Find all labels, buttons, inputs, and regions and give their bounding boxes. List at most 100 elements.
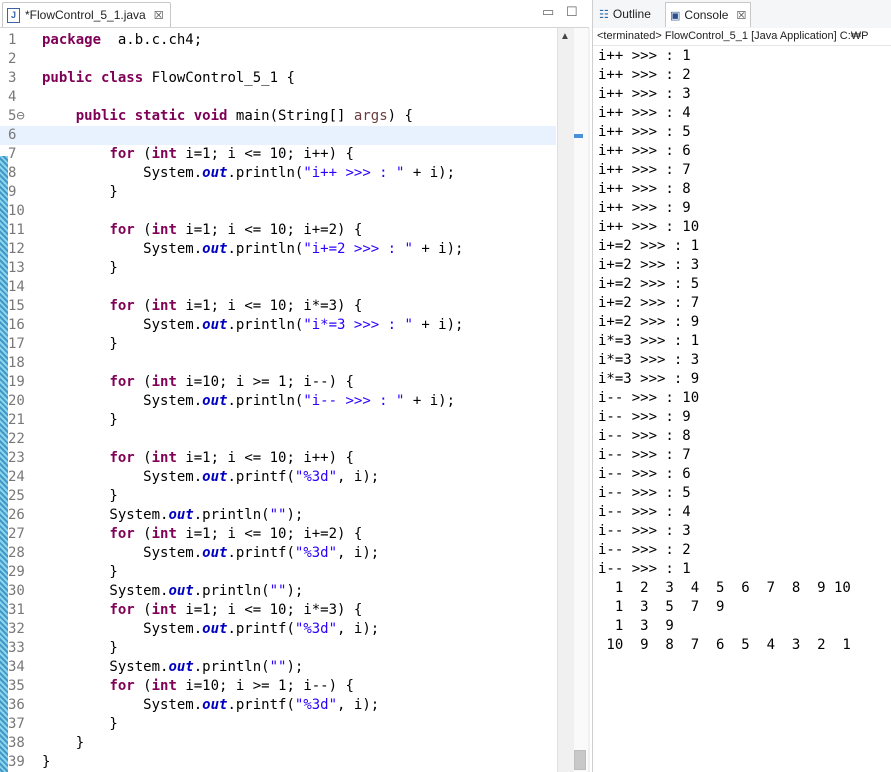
code-token: "%3d" [294, 469, 338, 485]
editor-pane: J *FlowControl_5_1.java ☒ ▭ ☐ 1 package a… [0, 0, 590, 772]
code-line[interactable]: 17 } [0, 335, 556, 354]
code-line[interactable]: 37 } [0, 715, 556, 734]
code-line[interactable]: 27 for (int i=1; i <= 10; i+=2) { [0, 525, 556, 544]
line-number: 12 [8, 241, 25, 257]
code-line[interactable]: 14 [0, 278, 556, 297]
code-token: for [109, 678, 135, 694]
code-token: int [151, 602, 177, 618]
code-line[interactable]: 38 } [0, 734, 556, 753]
code-line[interactable]: 36 System.out.printf("%3d", i); [0, 696, 556, 715]
code-line[interactable]: 2 [0, 50, 556, 69]
code-token: System. [42, 507, 169, 523]
code-line[interactable]: 5⊖ public static void main(String[] args… [0, 107, 556, 126]
code-line[interactable]: 22 [0, 430, 556, 449]
code-line[interactable]: 23 for (int i=1; i <= 10; i++) { [0, 449, 556, 468]
line-number: 29 [8, 564, 25, 580]
close-tab-icon[interactable]: ☒ [154, 9, 164, 22]
code-line[interactable]: 31 for (int i=1; i <= 10; i*=3) { [0, 601, 556, 620]
code-token: .println( [193, 659, 270, 675]
code-token: i=1; i <= 10; i*=3) { [176, 602, 363, 618]
close-console-icon[interactable]: ☒ [736, 9, 746, 22]
code-line[interactable]: 15 for (int i=1; i <= 10; i*=3) { [0, 297, 556, 316]
code-text: System.out.println("i-- >>> : " + i); [42, 392, 455, 411]
line-number: 31 [8, 602, 25, 618]
scroll-thumb[interactable] [574, 750, 586, 770]
editor-file-tab[interactable]: J *FlowControl_5_1.java ☒ [2, 2, 171, 27]
code-line[interactable]: 11 for (int i=1; i <= 10; i+=2) { [0, 221, 556, 240]
code-text: } [42, 639, 117, 658]
outline-icon: ☷ [599, 8, 609, 21]
console-output-line: 10 9 8 7 6 5 4 3 2 1 [598, 637, 851, 653]
console-output-line: i-- >>> : 9 [598, 409, 691, 425]
code-line[interactable]: 20 System.out.println("i-- >>> : " + i); [0, 392, 556, 411]
code-line[interactable]: 24 System.out.printf("%3d", i); [0, 468, 556, 487]
overview-ruler[interactable] [574, 28, 588, 772]
console-tab-label: Console [684, 8, 729, 22]
code-line[interactable]: 26 System.out.println(""); [0, 506, 556, 525]
editor-vertical-scrollbar[interactable]: ▲ [557, 28, 590, 772]
code-token: out [202, 241, 228, 257]
line-number: 36 [8, 697, 25, 713]
code-line[interactable]: 33 } [0, 639, 556, 658]
code-text: for (int i=1; i <= 10; i*=3) { [42, 601, 362, 620]
code-line[interactable]: 13 } [0, 259, 556, 278]
code-text: for (int i=1; i <= 10; i+=2) { [42, 221, 362, 240]
code-token: } [42, 564, 118, 580]
code-line[interactable]: 6 [0, 126, 556, 145]
code-text: for (int i=1; i <= 10; i+=2) { [42, 525, 362, 544]
code-token: void [185, 108, 228, 124]
code-line[interactable]: 4 [0, 88, 556, 107]
ruler-marker[interactable] [574, 134, 583, 138]
code-token: + i); [404, 165, 456, 181]
code-token: for [109, 526, 135, 542]
tab-console[interactable]: ▣ Console ☒ [665, 2, 752, 27]
code-text: public static void main(String[] args) { [42, 107, 413, 126]
line-number: 22 [8, 431, 25, 447]
code-line[interactable]: 3 public class FlowControl_5_1 { [0, 69, 556, 88]
code-text: System.out.println("i+=2 >>> : " + i); [42, 240, 463, 259]
code-line[interactable]: 30 System.out.println(""); [0, 582, 556, 601]
code-line[interactable]: 29 } [0, 563, 556, 582]
code-token: out [202, 621, 228, 637]
line-number: 24 [8, 469, 25, 485]
code-token: .printf( [227, 545, 295, 561]
code-line[interactable]: 19 for (int i=10; i >= 1; i--) { [0, 373, 556, 392]
code-token: out [202, 469, 228, 485]
minimize-icon[interactable]: ▭ [542, 5, 554, 19]
code-line[interactable]: 39} [0, 753, 556, 772]
code-line[interactable]: 8 System.out.println("i++ >>> : " + i); [0, 164, 556, 183]
code-line[interactable]: 12 System.out.println("i+=2 >>> : " + i)… [0, 240, 556, 259]
code-line[interactable]: 16 System.out.println("i*=3 >>> : " + i)… [0, 316, 556, 335]
code-line[interactable]: 35 for (int i=10; i >= 1; i--) { [0, 677, 556, 696]
code-token: System. [42, 583, 169, 599]
code-line[interactable]: 1 package a.b.c.ch4; [0, 31, 556, 50]
code-text: for (int i=10; i >= 1; i--) { [42, 677, 353, 696]
code-token: + i); [404, 393, 456, 409]
code-editor[interactable]: 1 package a.b.c.ch4; 2 3 public class FlowCo… [0, 28, 556, 772]
code-text: } [42, 259, 117, 278]
code-token: main(String[] [227, 108, 354, 124]
code-token: "%3d" [294, 621, 338, 637]
code-line[interactable]: 18 [0, 354, 556, 373]
code-line[interactable]: 32 System.out.printf("%3d", i); [0, 620, 556, 639]
console-output[interactable]: i++ >>> : 1 i++ >>> : 2 i++ >>> : 3 i++ >>>… [598, 47, 891, 655]
code-text: } [42, 335, 117, 354]
code-line[interactable]: 25 } [0, 487, 556, 506]
line-number: 16 [8, 317, 25, 333]
code-line[interactable]: 9 } [0, 183, 556, 202]
scroll-up-icon[interactable]: ▲ [558, 31, 572, 42]
code-line[interactable]: 21 } [0, 411, 556, 430]
console-output-line: i*=3 >>> : 1 [598, 333, 700, 349]
code-line[interactable]: 7 for (int i=1; i <= 10; i++) { [0, 145, 556, 164]
code-text: } [42, 183, 117, 202]
tab-outline[interactable]: ☷ Outline [599, 2, 651, 26]
code-line[interactable]: 28 System.out.printf("%3d", i); [0, 544, 556, 563]
code-line[interactable]: 34 System.out.println(""); [0, 658, 556, 677]
code-token: int [151, 678, 177, 694]
code-token: "i*=3 >>> : " [303, 317, 413, 333]
code-line[interactable]: 10 [0, 202, 556, 221]
code-token: } [42, 716, 118, 732]
maximize-icon[interactable]: ☐ [566, 5, 578, 19]
